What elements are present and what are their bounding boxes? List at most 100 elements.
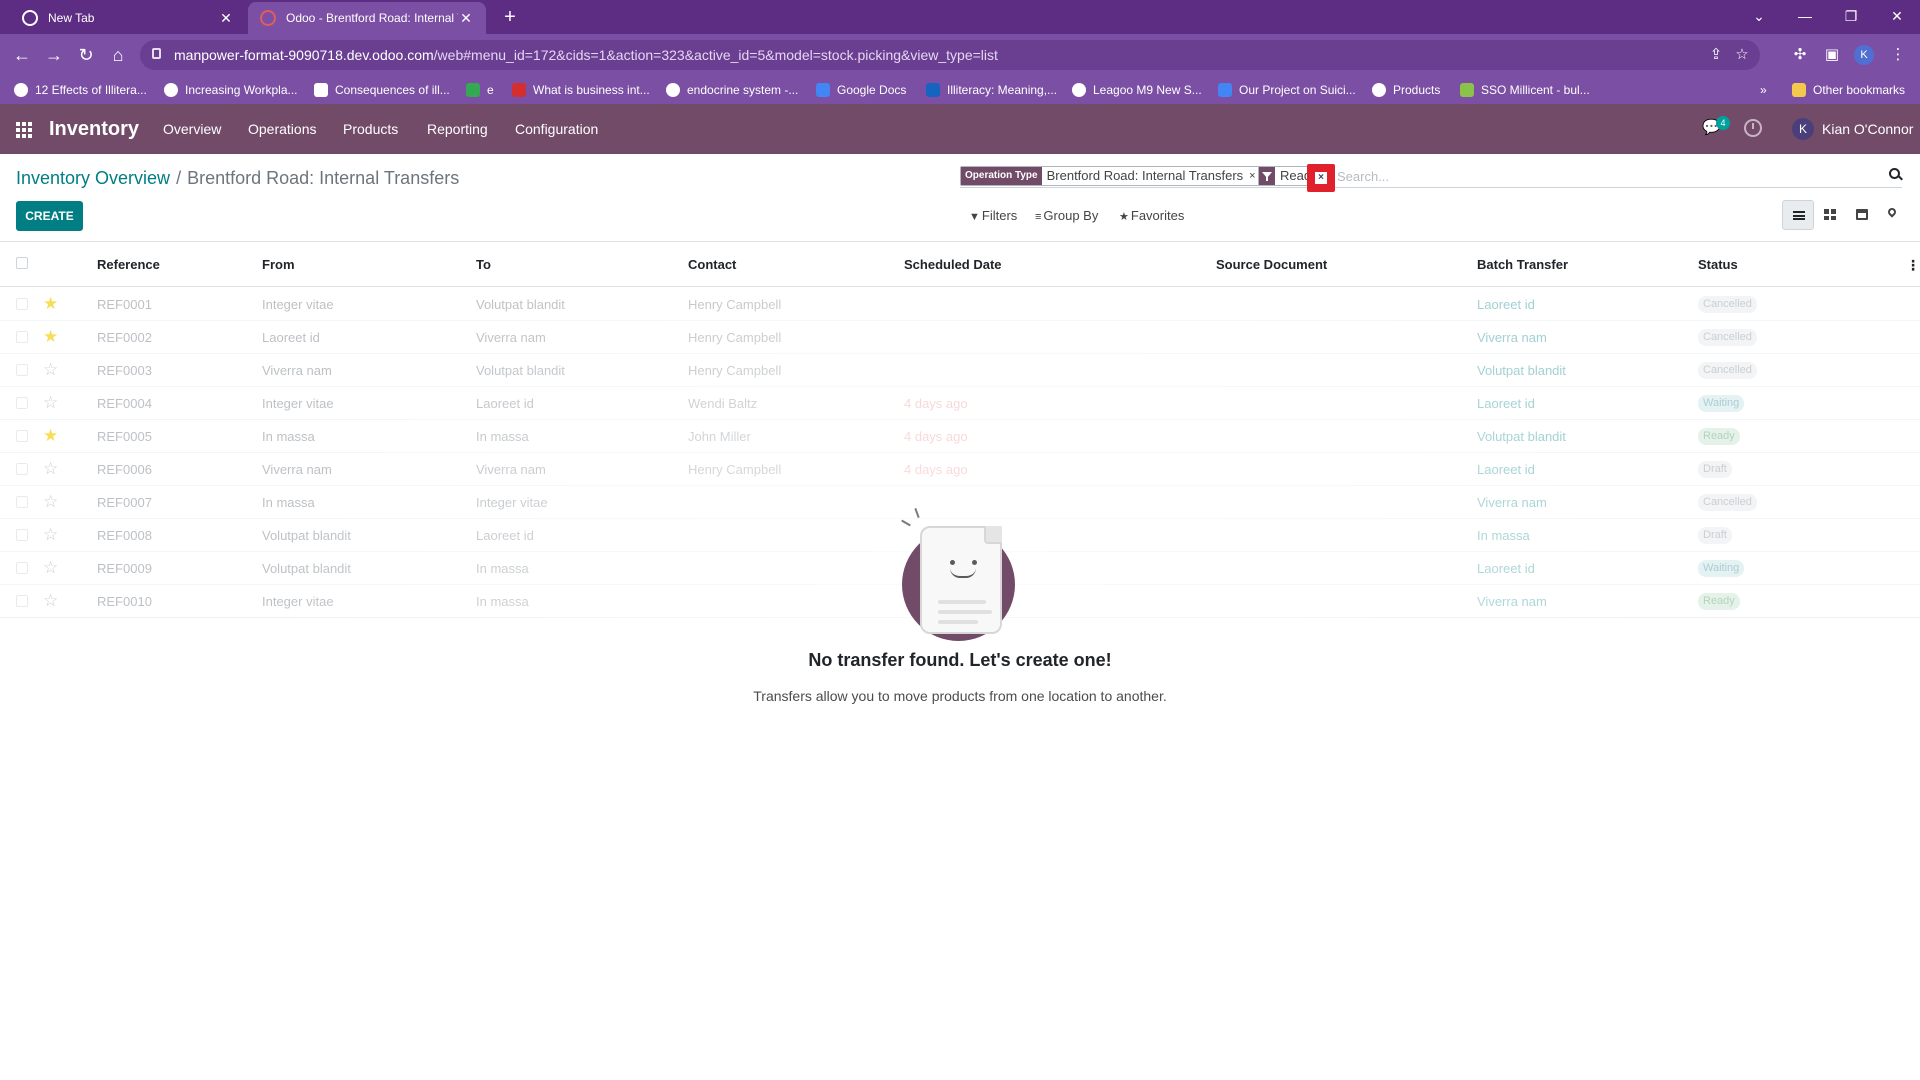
bookmark-item[interactable]: endocrine system -... (666, 81, 798, 99)
bookmark-item[interactable]: Increasing Workpla... (164, 81, 298, 99)
bookmark-item[interactable]: Leagoo M9 New S... (1072, 81, 1202, 99)
kanban-view-button[interactable] (1814, 200, 1846, 230)
back-arrow-icon[interactable]: ← (10, 43, 34, 67)
extensions-puzzle-icon[interactable]: ✣ (1788, 43, 1812, 67)
bars-icon: ≡ (1035, 211, 1042, 223)
browser-toolbar: ← → ↻ ⌂ manpower-format-9090718.dev.odoo… (0, 34, 1920, 76)
search-icon[interactable] (1889, 168, 1902, 181)
bookmark-item[interactable]: SSO Millicent - bul... (1460, 81, 1590, 99)
browser-tab-odoo[interactable]: Odoo - Brentford Road: Internal Tr ✕ (248, 2, 486, 34)
search-bar: Operation Type Brentford Road: Internal … (960, 162, 1902, 192)
site-icon (512, 83, 526, 97)
close-tab-icon[interactable]: ✕ (218, 10, 234, 26)
docs-icon (1218, 83, 1232, 97)
tab-search-chevron-icon[interactable]: ⌄ (1736, 0, 1782, 34)
select-all-checkbox[interactable] (16, 257, 28, 269)
more-bookmarks-chevron-icon[interactable]: » (1760, 81, 1767, 99)
breadcrumb-current: Brentford Road: Internal Transfers (187, 168, 460, 188)
bookmark-item[interactable]: Consequences of ill... (314, 81, 450, 99)
site-icon (1460, 83, 1474, 97)
filter-facet-remove-button[interactable]: × (1307, 164, 1335, 192)
minimize-button[interactable]: — (1782, 0, 1828, 34)
list-view-button[interactable] (1782, 200, 1814, 230)
forward-arrow-icon[interactable]: → (42, 43, 66, 67)
docs-icon (816, 83, 830, 97)
apps-menu-icon[interactable] (16, 122, 32, 138)
filters-button[interactable]: ▼ Filters (969, 208, 1017, 223)
odoo-navbar: Inventory Overview Operations Products R… (0, 104, 1920, 154)
user-name[interactable]: Kian O'Connor (1822, 121, 1913, 137)
search-input[interactable] (1337, 167, 1837, 185)
new-tab-button[interactable]: + (498, 5, 522, 29)
browser-tabstrip: New Tab ✕ Odoo - Brentford Road: Interna… (0, 0, 1920, 34)
other-bookmarks[interactable]: Other bookmarks (1792, 81, 1905, 99)
folder-icon (1792, 83, 1806, 97)
home-icon[interactable]: ⌂ (106, 43, 130, 67)
kanban-icon (1824, 209, 1836, 220)
help-text: Transfers allow you to move products fro… (753, 688, 1167, 704)
favorites-button[interactable]: ★ Favorites (1119, 208, 1184, 223)
browser-menu-icon[interactable]: ⋮ (1886, 43, 1910, 67)
google-icon (666, 83, 680, 97)
browser-tab-new-tab[interactable]: New Tab ✕ (10, 2, 246, 34)
bookmarks-bar: 12 Effects of Illitera... Increasing Wor… (0, 76, 1920, 104)
site-icon (926, 83, 940, 97)
menu-reporting[interactable]: Reporting (427, 121, 488, 137)
reload-icon[interactable]: ↻ (74, 43, 98, 67)
bookmark-star-icon[interactable]: ☆ (1732, 45, 1752, 65)
profile-avatar[interactable]: K (1854, 45, 1874, 65)
globe-icon (1072, 83, 1086, 97)
app-name[interactable]: Inventory (49, 118, 139, 141)
calendar-icon (1856, 209, 1868, 220)
globe-icon (1372, 83, 1386, 97)
facet-value: Brentford Road: Internal Transfers (1041, 167, 1250, 185)
close-tab-icon[interactable]: ✕ (458, 10, 474, 26)
menu-configuration[interactable]: Configuration (515, 121, 598, 137)
bookmark-item[interactable]: Our Project on Suici... (1218, 81, 1356, 99)
calendar-view-button[interactable] (1846, 200, 1878, 230)
share-icon[interactable]: ⇪ (1706, 45, 1726, 65)
facet-category: Operation Type (961, 167, 1042, 185)
lock-icon (152, 48, 161, 59)
menu-overview[interactable]: Overview (163, 121, 221, 137)
side-panel-icon[interactable]: ▣ (1820, 43, 1844, 67)
close-window-button[interactable]: ✕ (1874, 0, 1920, 34)
restore-button[interactable]: ❐ (1828, 0, 1874, 34)
column-header-reference[interactable]: Reference (97, 257, 160, 272)
group-by-button[interactable]: ≡ Group By (1035, 208, 1098, 223)
user-avatar[interactable]: K (1792, 118, 1814, 140)
breadcrumb-inventory-overview[interactable]: Inventory Overview (16, 168, 170, 188)
table-header: Reference From To Contact Scheduled Date… (0, 243, 1920, 287)
activities-clock-icon[interactable] (1744, 119, 1762, 137)
column-header-source-document[interactable]: Source Document (1216, 257, 1327, 272)
map-view-button[interactable] (1876, 200, 1908, 230)
list-icon (1793, 211, 1805, 220)
tab-label: Odoo - Brentford Road: Internal Tr (286, 11, 458, 25)
bookmark-item[interactable]: Google Docs (816, 81, 906, 99)
close-icon: × (1315, 172, 1327, 184)
column-header-contact[interactable]: Contact (688, 257, 736, 272)
bookmark-item[interactable]: Products (1372, 81, 1440, 99)
column-header-scheduled-date[interactable]: Scheduled Date (904, 257, 1002, 272)
bookmark-item[interactable]: 12 Effects of Illitera... (14, 81, 147, 99)
globe-icon (164, 83, 178, 97)
breadcrumb: Inventory Overview / Brentford Road: Inter… (16, 168, 459, 189)
column-header-from[interactable]: From (262, 257, 295, 272)
create-button[interactable]: CREATE (16, 201, 83, 231)
column-header-status[interactable]: Status (1698, 257, 1738, 272)
tab-label: New Tab (48, 11, 95, 25)
optional-columns-kebab-icon[interactable]: ⋮ (1906, 257, 1920, 274)
column-header-to[interactable]: To (476, 257, 491, 272)
bookmark-item[interactable]: What is business int... (512, 81, 650, 99)
column-header-batch-transfer[interactable]: Batch Transfer (1477, 257, 1568, 272)
star-icon: ★ (1119, 211, 1129, 223)
menu-products[interactable]: Products (343, 121, 398, 137)
help-title: No transfer found. Let's create one! (808, 650, 1112, 670)
search-facet-operation-type[interactable]: Operation Type Brentford Road: Internal … (960, 166, 1261, 186)
help-fade-overlay (0, 287, 1920, 1080)
breadcrumb-separator: / (176, 168, 182, 188)
menu-operations[interactable]: Operations (248, 121, 316, 137)
bookmark-item[interactable]: e (466, 81, 494, 99)
bookmark-item[interactable]: Illiteracy: Meaning,... (926, 81, 1057, 99)
address-bar[interactable]: manpower-format-9090718.dev.odoo.com/web… (140, 40, 1760, 70)
